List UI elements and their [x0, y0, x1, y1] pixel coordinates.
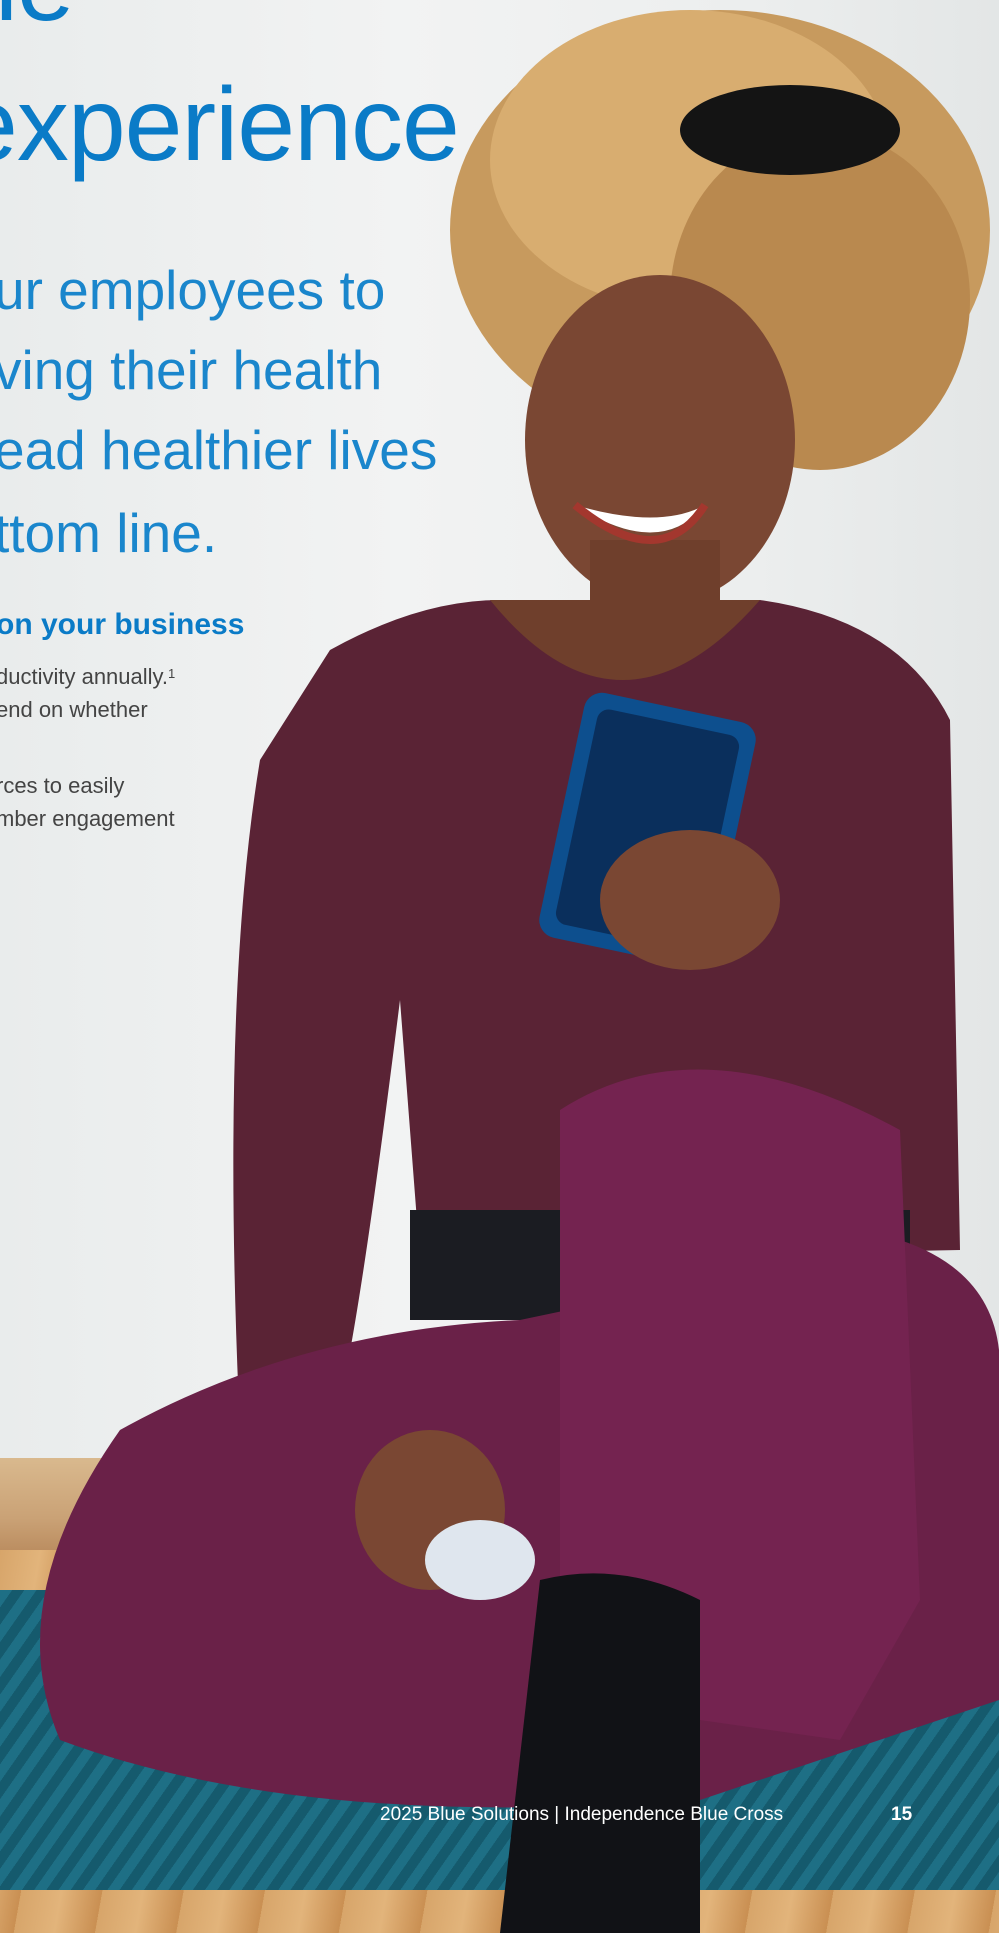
headline-line-2: experience	[0, 67, 460, 183]
page-number: 15	[891, 1804, 913, 1825]
subheadline-line-4: ttom line.	[0, 502, 218, 564]
footnote-marker: 1	[168, 666, 176, 681]
subheadline-line-3: ead healthier lives	[0, 419, 438, 481]
section-title: on your business	[0, 608, 245, 641]
footer-text: 2025 Blue Solutions | Independence Blue …	[380, 1804, 784, 1825]
body-line-1: ductivity annually.1	[0, 664, 175, 690]
headline-line-1: he	[0, 0, 75, 40]
subheadline-line-1: ur employees to	[0, 259, 386, 321]
body-line-2: end on whether	[0, 697, 148, 722]
subheadline-line-2: ving their health	[0, 339, 383, 401]
brochure-page: he experience ur employees to ving their…	[0, 0, 999, 1933]
body-line-3: rces to easily	[0, 773, 125, 798]
body-line-4: mber engagement	[0, 806, 175, 831]
body-line-1-text: ductivity annually.	[0, 664, 169, 689]
